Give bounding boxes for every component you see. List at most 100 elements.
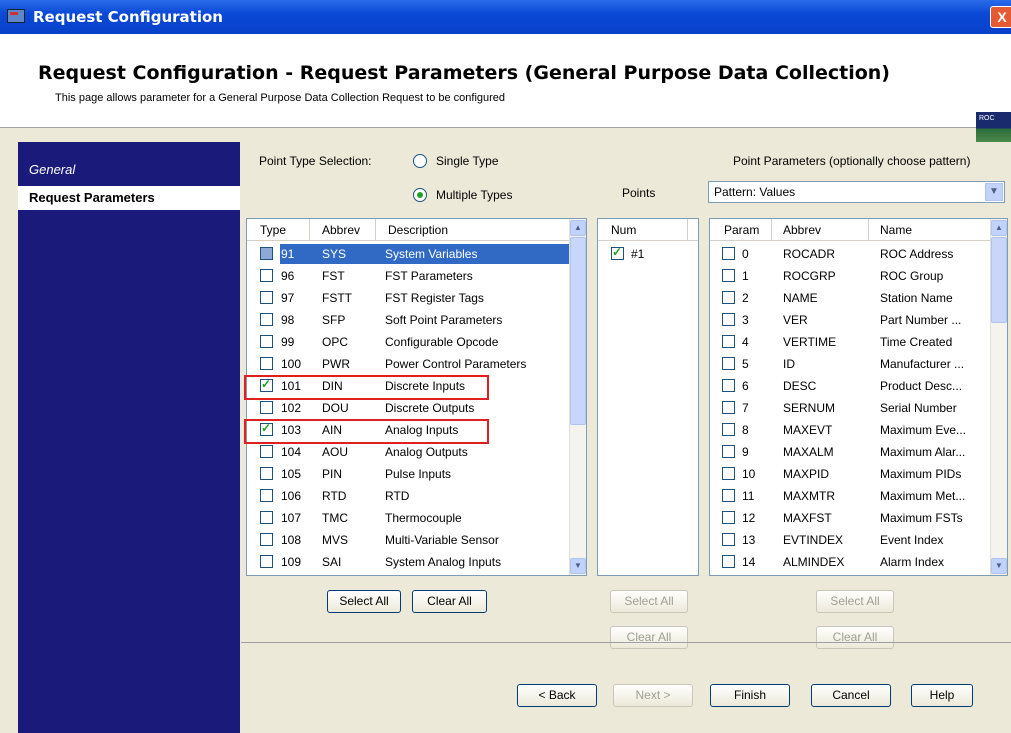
checkbox[interactable]: [260, 247, 273, 260]
column-header[interactable]: Abbrev: [772, 219, 869, 241]
list-item[interactable]: 98 SFP Soft Point Parameters: [247, 309, 569, 331]
list-item[interactable]: 0 ROCADR ROC Address: [710, 243, 990, 265]
pattern-value: Pattern: Values: [714, 185, 796, 199]
list-item[interactable]: 99 OPC Configurable Opcode: [247, 331, 569, 353]
list-item[interactable]: 104 AOU Analog Outputs: [247, 441, 569, 463]
checkbox[interactable]: [722, 533, 735, 546]
list-item[interactable]: 100 PWR Power Control Parameters: [247, 353, 569, 375]
type-list-scrollbar[interactable]: ▲ ▼: [569, 219, 586, 575]
scroll-down-icon[interactable]: ▼: [991, 558, 1007, 574]
list-item[interactable]: 105 PIN Pulse Inputs: [247, 463, 569, 485]
single-type-radio[interactable]: [413, 154, 427, 168]
checkbox[interactable]: [722, 467, 735, 480]
list-item[interactable]: 109 SAI System Analog Inputs: [247, 551, 569, 573]
checkbox[interactable]: [260, 335, 273, 348]
checkbox[interactable]: [611, 245, 624, 260]
pattern-select[interactable]: Pattern: Values ▼: [708, 181, 1005, 203]
parameter-list[interactable]: Param Abbrev Name 0 ROCADR ROC Address 1 ROC…: [709, 218, 1008, 576]
finish-button[interactable]: Finish: [710, 684, 790, 707]
list-item[interactable]: 91 SYS System Variables: [247, 243, 569, 265]
list-item[interactable]: 96 FST FST Parameters: [247, 265, 569, 287]
points-select-all-button[interactable]: Select All: [610, 590, 688, 613]
list-item[interactable]: 107 TMC Thermocouple: [247, 507, 569, 529]
type-clear-all-button[interactable]: Clear All: [412, 590, 487, 613]
type-description: Pulse Inputs: [385, 467, 452, 481]
list-item[interactable]: 108 MVS Multi-Variable Sensor: [247, 529, 569, 551]
list-item[interactable]: 12 MAXFST Maximum FSTs: [710, 507, 990, 529]
scroll-down-icon[interactable]: ▼: [570, 558, 586, 574]
checkbox[interactable]: [260, 445, 273, 458]
points-clear-all-button[interactable]: Clear All: [610, 626, 688, 649]
checkbox[interactable]: [722, 269, 735, 282]
chevron-down-icon[interactable]: ▼: [985, 183, 1003, 201]
points-list[interactable]: Num #1: [597, 218, 699, 576]
type-select-all-button[interactable]: Select All: [327, 590, 401, 613]
scroll-up-icon[interactable]: ▲: [570, 220, 586, 236]
column-header[interactable]: Abbrev: [310, 219, 376, 241]
sidebar-item-request-parameters[interactable]: Request Parameters: [18, 186, 240, 210]
column-header[interactable]: Name: [869, 219, 991, 241]
column-header[interactable]: Param: [710, 219, 772, 241]
checkbox[interactable]: [260, 313, 273, 326]
list-item[interactable]: 2 NAME Station Name: [710, 287, 990, 309]
param-list-scrollbar[interactable]: ▲ ▼: [990, 219, 1007, 575]
scroll-thumb[interactable]: [991, 237, 1007, 323]
column-header[interactable]: Description: [376, 219, 570, 241]
close-button[interactable]: X: [990, 6, 1011, 28]
list-item[interactable]: 3 VER Part Number ...: [710, 309, 990, 331]
params-clear-all-button[interactable]: Clear All: [816, 626, 894, 649]
type-number: 106: [281, 489, 302, 503]
list-item[interactable]: 102 DOU Discrete Outputs: [247, 397, 569, 419]
checkbox[interactable]: [722, 423, 735, 436]
next-button[interactable]: Next >: [613, 684, 693, 707]
list-item[interactable]: 6 DESC Product Desc...: [710, 375, 990, 397]
list-item[interactable]: 8 MAXEVT Maximum Eve...: [710, 419, 990, 441]
column-header[interactable]: Num: [598, 219, 688, 241]
checkbox[interactable]: [260, 511, 273, 524]
list-item[interactable]: 11 MAXMTR Maximum Met...: [710, 485, 990, 507]
checkbox[interactable]: [260, 269, 273, 282]
checkbox[interactable]: [260, 489, 273, 502]
checkbox[interactable]: [722, 555, 735, 568]
sidebar-item-general[interactable]: General: [18, 158, 240, 182]
list-item[interactable]: 10 MAXPID Maximum PIDs: [710, 463, 990, 485]
checkbox[interactable]: [722, 511, 735, 524]
checkbox[interactable]: [722, 247, 735, 260]
param-number: 6: [742, 379, 749, 393]
checkbox[interactable]: [260, 555, 273, 568]
list-item[interactable]: 1 ROCGRP ROC Group: [710, 265, 990, 287]
list-item[interactable]: #1: [598, 243, 698, 265]
list-item[interactable]: 13 EVTINDEX Event Index: [710, 529, 990, 551]
checkbox[interactable]: [722, 489, 735, 502]
callout-box: [244, 419, 489, 444]
checkbox[interactable]: [260, 291, 273, 304]
checkbox[interactable]: [260, 401, 273, 414]
checkbox[interactable]: [260, 357, 273, 370]
column-header[interactable]: Type: [247, 219, 310, 241]
checkbox[interactable]: [722, 291, 735, 304]
checkbox[interactable]: [722, 357, 735, 370]
checkbox[interactable]: [722, 445, 735, 458]
multiple-types-radio[interactable]: [413, 188, 427, 202]
list-item[interactable]: 97 FSTT FST Register Tags: [247, 287, 569, 309]
cancel-button[interactable]: Cancel: [811, 684, 891, 707]
checkbox[interactable]: [722, 401, 735, 414]
point-type-label: Point Type Selection:: [259, 154, 372, 168]
back-button[interactable]: < Back: [517, 684, 597, 707]
checkbox[interactable]: [722, 379, 735, 392]
list-item[interactable]: 9 MAXALM Maximum Alar...: [710, 441, 990, 463]
checkbox[interactable]: [722, 335, 735, 348]
list-item[interactable]: 5 ID Manufacturer ...: [710, 353, 990, 375]
checkbox[interactable]: [722, 313, 735, 326]
list-item[interactable]: 4 VERTIME Time Created: [710, 331, 990, 353]
list-item[interactable]: 14 ALMINDEX Alarm Index: [710, 551, 990, 573]
checkbox[interactable]: [260, 533, 273, 546]
list-item[interactable]: 7 SERNUM Serial Number: [710, 397, 990, 419]
help-button[interactable]: Help: [911, 684, 973, 707]
params-select-all-button[interactable]: Select All: [816, 590, 894, 613]
param-name: Time Created: [880, 335, 953, 349]
scroll-up-icon[interactable]: ▲: [991, 220, 1007, 236]
scroll-thumb[interactable]: [570, 237, 586, 425]
checkbox[interactable]: [260, 467, 273, 480]
list-item[interactable]: 106 RTD RTD: [247, 485, 569, 507]
